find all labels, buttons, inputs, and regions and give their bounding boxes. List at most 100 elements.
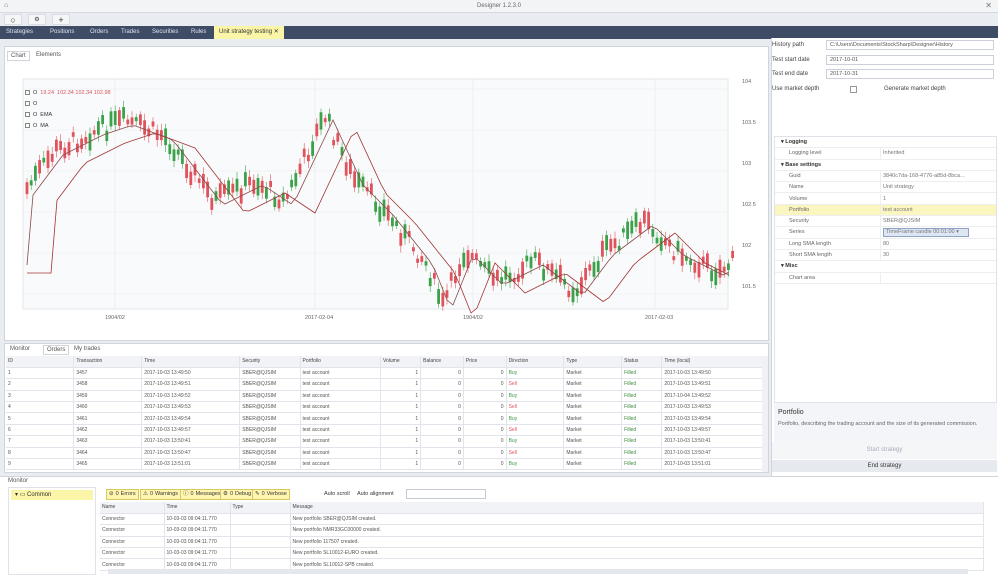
order-row[interactable]: 7 3463 2017-10-03 13:50:41 SBER@QJSIM test a… — [6, 435, 763, 448]
tab-chart[interactable]: Chart — [7, 51, 30, 61]
menu-rules[interactable]: Rules — [191, 26, 206, 39]
order-row[interactable]: 6 3462 2017-10-03 13:49:57 SBER@QJSIM test a… — [6, 424, 763, 437]
log-column-header[interactable]: Message — [290, 502, 984, 514]
column-header[interactable]: Direction — [506, 356, 565, 368]
menu-trades[interactable]: Trades — [121, 26, 139, 39]
property-row[interactable]: Short SMA length 30 — [775, 250, 996, 262]
connect-icon[interactable]: ○ — [4, 14, 22, 25]
property-row[interactable]: Name Unit strategy — [775, 182, 996, 194]
legend-checkbox[interactable] — [25, 112, 30, 117]
property-category[interactable]: ▾ Misc — [775, 261, 996, 273]
menu-positions[interactable]: Positions — [50, 26, 74, 39]
log-row[interactable]: Connector 10-03-03 09:04:11.770 New portfo… — [100, 524, 984, 537]
order-row[interactable]: 3 3459 2017-10-03 13:49:52 SBER@QJSIM test a… — [6, 390, 763, 403]
property-key: Series — [789, 229, 805, 236]
log-search-input[interactable] — [406, 489, 486, 499]
property-category[interactable]: ▾ Logging — [775, 137, 996, 149]
tab-monitor[interactable]: Monitor — [7, 345, 33, 353]
log-row[interactable]: Connector 10-03-03 09:04:11.770 New portfo… — [100, 513, 984, 526]
orders-scrollbar[interactable] — [762, 356, 768, 472]
column-header[interactable]: Time — [141, 356, 241, 368]
end-date-field[interactable]: 2017-10-31 — [826, 69, 994, 79]
property-row[interactable]: Series TimeFrame candle 00:01:00 ▾ — [775, 227, 996, 239]
market-depth-checkbox[interactable] — [850, 86, 857, 93]
auto-alignment-label[interactable]: Auto alignment — [357, 491, 394, 497]
order-row[interactable]: 1 3457 2017-10-03 13:49:50 SBER@QJSIM test a… — [6, 367, 763, 380]
log-row[interactable]: Connector 10-03-03 09:04:11.770 New portfo… — [100, 536, 984, 549]
property-row[interactable]: Long SMA length 80 — [775, 238, 996, 250]
log-filter-verbose[interactable]: ✎ 0 Verbose — [252, 489, 290, 500]
property-row[interactable]: Volume 1 — [775, 193, 996, 205]
property-value[interactable]: 80 — [883, 241, 889, 247]
legend-checkbox[interactable] — [25, 90, 30, 95]
property-value[interactable]: Inherited — [883, 150, 904, 156]
order-cell: Filled — [621, 458, 663, 471]
property-category[interactable]: ▾ Base settings — [775, 160, 996, 171]
property-value[interactable]: 3840c7da-168-4776-a85d-8bca... — [883, 173, 965, 179]
property-value[interactable]: Unit strategy — [883, 184, 914, 190]
order-cell: 1 — [380, 447, 422, 460]
column-header[interactable]: Balance — [420, 356, 464, 368]
property-value[interactable]: TimeFrame candle 00:01:00 ▾ — [883, 228, 969, 238]
legend-checkbox[interactable] — [25, 123, 30, 128]
order-cell: 2017-10-03 13:50:41 — [661, 435, 763, 448]
log-scrollbar[interactable] — [108, 569, 968, 574]
log-row[interactable]: Connector 10-03-03 09:04:11.770 New portfo… — [100, 547, 984, 560]
column-header[interactable]: Portfolio — [300, 356, 381, 368]
tab-elements[interactable]: Elements — [33, 51, 64, 59]
order-row[interactable]: 4 3460 2017-10-03 13:49:53 SBER@QJSIM test a… — [6, 401, 763, 414]
log-filter-warnings[interactable]: ⚠ 0 Warnings — [140, 489, 182, 500]
close-tab-icon[interactable]: ✕ — [274, 29, 279, 35]
add-icon[interactable]: + — [52, 14, 70, 25]
candle-body — [601, 240, 604, 257]
property-row[interactable]: Security SBER@QJSIM — [775, 216, 996, 228]
end-strategy-button[interactable]: End strategy — [772, 460, 997, 472]
tab-orders[interactable]: Orders — [43, 345, 70, 355]
menu-securities[interactable]: Securities — [152, 26, 178, 39]
tab-my-trades[interactable]: My trades — [71, 345, 103, 353]
candlestick-chart[interactable]: 104 103.5 103 102.5 102 101.5 1904/02 2017-02-… — [15, 61, 770, 341]
menu-orders[interactable]: Orders — [90, 26, 108, 39]
column-header[interactable]: Transaction — [73, 356, 143, 368]
log-filter-messages[interactable]: ⓘ 0 Messages — [180, 489, 224, 500]
column-header[interactable]: Status — [621, 356, 663, 368]
log-column-header[interactable]: Type — [230, 502, 291, 514]
tree-item-common[interactable]: ▾ ▭ Common — [11, 490, 93, 500]
property-row[interactable]: Guid 3840c7da-168-4776-a85d-8bca... — [775, 170, 996, 183]
log-column-header[interactable]: Time — [164, 502, 231, 514]
history-path-field[interactable]: C:\Users\Documents\StockSharp\Designer\H… — [826, 40, 994, 50]
order-cell: Filled — [621, 367, 663, 380]
property-value[interactable]: 1 — [883, 196, 886, 202]
candle-body — [727, 263, 730, 271]
orders-panel: Monitor Orders My trades ID Transaction Ti… — [4, 343, 769, 473]
auto-scroll-label[interactable]: Auto scroll — [324, 491, 350, 497]
property-value[interactable]: test account — [883, 207, 913, 213]
order-row[interactable]: 8 3464 2017-10-03 13:50:47 SBER@QJSIM test a… — [6, 447, 763, 460]
column-header[interactable]: Security — [239, 356, 301, 368]
column-header[interactable]: Type — [563, 356, 623, 368]
log-filter-debug[interactable]: ⚙ 0 Debug — [220, 489, 255, 500]
property-row[interactable]: Chart area — [775, 272, 996, 284]
menu-unit-strategy-testing[interactable]: Unit strategy testing ✕ — [214, 26, 284, 39]
order-cell: 2017-10-03 13:49:51 — [661, 378, 763, 391]
column-header[interactable]: Volume — [380, 356, 422, 368]
settings-icon[interactable]: ⚙ — [28, 14, 46, 25]
start-date-field[interactable]: 2017-10-01 — [826, 55, 994, 65]
start-strategy-button[interactable]: Start strategy — [772, 442, 997, 459]
property-row[interactable]: Logging level Inherited — [775, 148, 996, 160]
column-header[interactable]: Time (local) — [661, 356, 763, 368]
property-value[interactable]: SBER@QJSIM — [883, 218, 920, 224]
order-row[interactable]: 9 3465 2017-10-03 13:51:01 SBER@QJSIM test a… — [6, 458, 763, 471]
order-cell: 1 — [380, 412, 422, 425]
property-value[interactable]: 30 — [883, 252, 889, 258]
column-header[interactable]: ID — [6, 356, 75, 368]
log-column-header[interactable]: Name — [100, 502, 165, 514]
order-row[interactable]: 5 3461 2017-10-03 13:49:54 SBER@QJSIM test a… — [6, 412, 763, 425]
close-icon[interactable]: ✕ — [985, 1, 992, 10]
order-row[interactable]: 2 3458 2017-10-03 13:49:51 SBER@QJSIM test a… — [6, 378, 763, 391]
log-filter-errors[interactable]: ⊘ 0 Errors — [106, 489, 139, 500]
column-header[interactable]: Price — [463, 356, 507, 368]
menu-strategies[interactable]: Strategies — [6, 26, 33, 39]
property-row[interactable]: Portfolio test account — [775, 204, 996, 217]
legend-checkbox[interactable] — [25, 101, 30, 106]
